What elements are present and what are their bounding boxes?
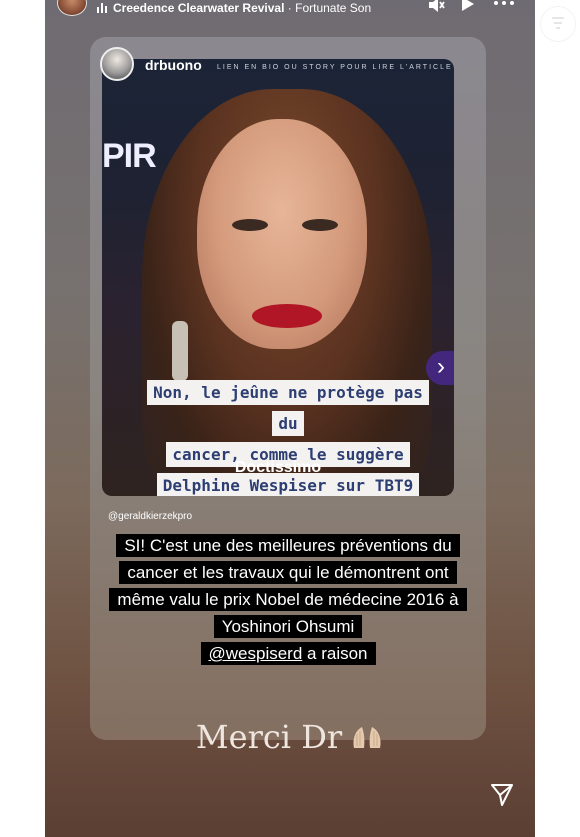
comment-tail: a raison <box>302 644 368 663</box>
story-view: Creedence Clearwater Revival · Fortunate… <box>45 0 535 837</box>
avatar[interactable] <box>57 0 87 16</box>
story-top-bar: Creedence Clearwater Revival · Fortunate… <box>45 0 535 22</box>
play-icon[interactable] <box>459 0 475 17</box>
praying-hands-icon <box>353 727 381 748</box>
song-info[interactable]: Creedence Clearwater Revival · Fortunate… <box>113 1 371 15</box>
portrait-earring <box>172 321 188 381</box>
comment-line: SI! C'est une des meilleures préventions… <box>116 534 460 557</box>
filter-icon[interactable] <box>540 6 576 42</box>
song-artist: Creedence Clearwater Revival <box>113 1 285 15</box>
portrait-face <box>197 119 367 349</box>
post-photo[interactable]: PIR LIEN EN BIO OU STORY POUR LIRE L'ART… <box>102 59 454 496</box>
post-headline: Non, le jeûne ne protège pas du cancer, … <box>142 377 434 496</box>
song-separator: · <box>284 1 296 15</box>
comment-line: Yoshinori Ohsumi <box>213 615 363 638</box>
portrait-eye <box>302 219 338 231</box>
comment-line: cancer et les travaux qui le démontrent … <box>119 561 457 584</box>
mention-tag[interactable]: @geraldkierzekpro <box>108 511 192 522</box>
portrait-eye <box>232 219 268 231</box>
brand-logo: Doctissimo <box>234 459 322 476</box>
comment-handle[interactable]: @wespiserd <box>209 644 303 663</box>
portrait-lips <box>252 304 322 328</box>
story-caption-text: Merci Dr <box>195 718 343 756</box>
story-caption: Merci Dr <box>45 718 535 756</box>
mute-icon[interactable] <box>427 0 445 19</box>
comment-line-last: @wespiserd a raison <box>200 642 376 665</box>
shared-post-card[interactable]: PIR LIEN EN BIO OU STORY POUR LIRE L'ART… <box>90 37 486 740</box>
comment-text-box: SI! C'est une des meilleures préventions… <box>90 532 486 667</box>
backdrop-sign-text: PIR <box>102 137 157 175</box>
more-icon[interactable] <box>493 0 515 14</box>
photo-header-text: LIEN EN BIO OU STORY POUR LIRE L'ARTICLE <box>217 64 453 71</box>
headline-line: Non, le jeûne ne protège pas du <box>147 380 429 436</box>
send-icon[interactable] <box>489 782 515 808</box>
song-title: Fortunate Son <box>295 1 372 15</box>
comment-line: même valu le prix Nobel de médecine 2016… <box>109 588 467 611</box>
post-author-avatar[interactable] <box>100 47 134 81</box>
music-icon <box>97 3 109 13</box>
post-username[interactable]: drbuono <box>145 57 202 73</box>
